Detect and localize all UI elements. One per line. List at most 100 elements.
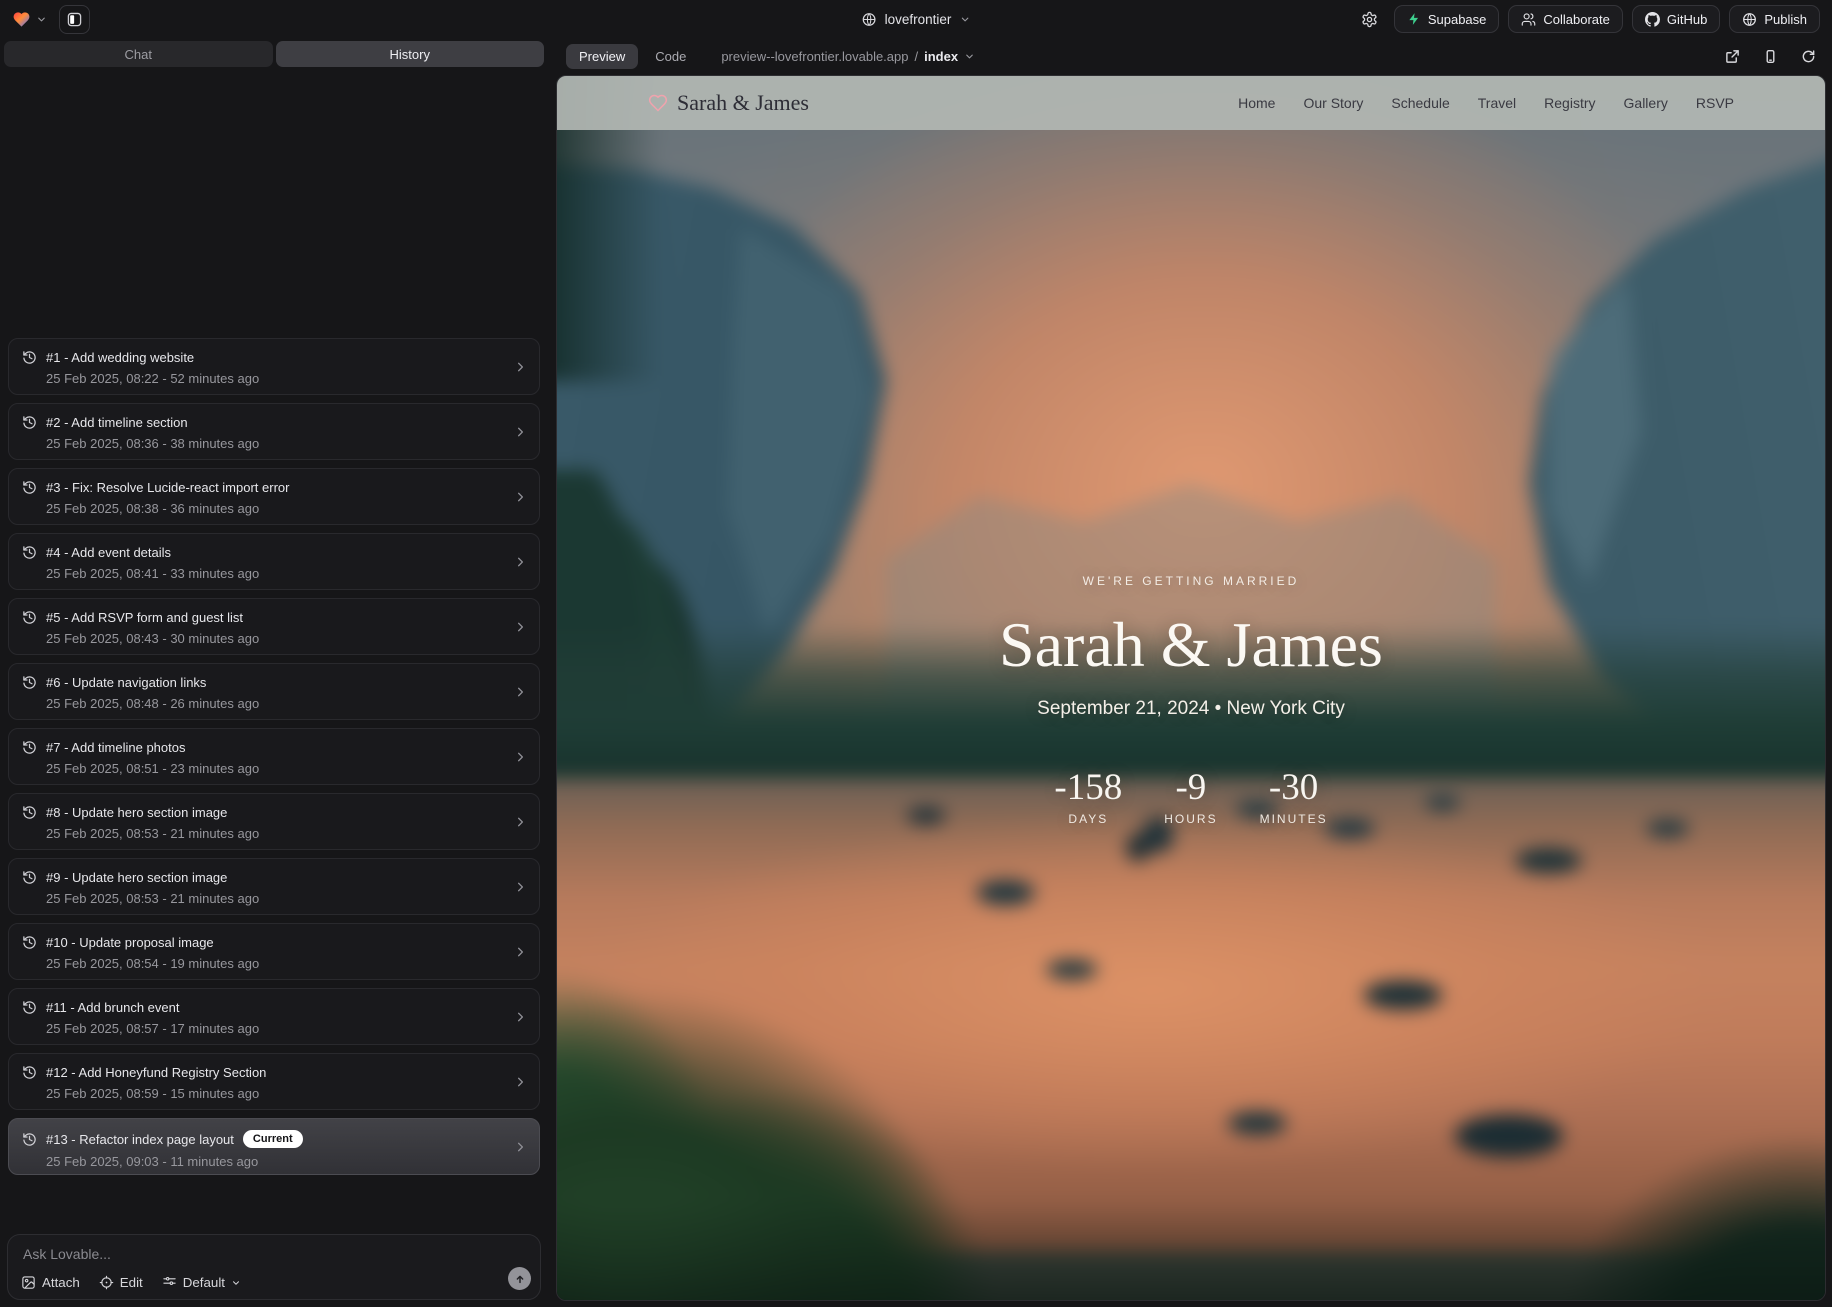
nav-link-travel[interactable]: Travel xyxy=(1478,95,1516,111)
site-nav: Home Our Story Schedule Travel Registry Galle… xyxy=(1238,95,1734,111)
tab-code[interactable]: Code xyxy=(655,49,686,64)
arrow-up-icon xyxy=(514,1273,526,1285)
history-item-title: #1 - Add wedding website xyxy=(46,350,194,365)
tab-chat-label: Chat xyxy=(125,47,152,62)
supabase-icon xyxy=(1407,12,1421,26)
panel-tabs: Chat History xyxy=(4,41,544,67)
history-item[interactable]: #13 - Refactor index page layout Current… xyxy=(8,1118,540,1175)
history-item-title: #2 - Add timeline section xyxy=(46,415,188,430)
panel-left-icon xyxy=(67,12,82,27)
history-item-timestamp: 25 Feb 2025, 08:59 - 15 minutes ago xyxy=(46,1086,505,1101)
history-item[interactable]: #7 - Add timeline photos 25 Feb 2025, 08… xyxy=(8,728,540,785)
history-item[interactable]: #1 - Add wedding website 25 Feb 2025, 08… xyxy=(8,338,540,395)
publish-button[interactable]: Publish xyxy=(1729,5,1820,33)
project-selector[interactable]: lovefrontier xyxy=(862,0,971,38)
history-item[interactable]: #4 - Add event details 25 Feb 2025, 08:4… xyxy=(8,533,540,590)
chevron-right-icon xyxy=(513,1009,528,1024)
attach-label: Attach xyxy=(42,1275,80,1290)
history-icon xyxy=(22,935,37,950)
countdown-label: MINUTES xyxy=(1260,812,1328,826)
attach-button[interactable]: Attach xyxy=(21,1275,80,1290)
project-name: lovefrontier xyxy=(885,12,952,27)
history-item-title: #12 - Add Honeyfund Registry Section xyxy=(46,1065,266,1080)
publish-label: Publish xyxy=(1764,12,1807,27)
tab-chat[interactable]: Chat xyxy=(4,41,273,67)
countdown-value: -30 xyxy=(1260,766,1328,809)
history-item[interactable]: #11 - Add brunch event 25 Feb 2025, 08:5… xyxy=(8,988,540,1045)
history-icon xyxy=(22,1132,37,1147)
history-item[interactable]: #12 - Add Honeyfund Registry Section 25 … xyxy=(8,1053,540,1110)
settings-button[interactable] xyxy=(1355,5,1385,33)
history-item-timestamp: 25 Feb 2025, 08:53 - 21 minutes ago xyxy=(46,826,505,841)
history-item-title: #13 - Refactor index page layout xyxy=(46,1132,234,1147)
nav-link-registry[interactable]: Registry xyxy=(1544,95,1595,111)
nav-link-gallery[interactable]: Gallery xyxy=(1624,95,1668,111)
nav-link-home[interactable]: Home xyxy=(1238,95,1275,111)
chat-history-panel: Chat History #1 - Add wedding website 25… xyxy=(0,38,548,1307)
chevron-down-icon xyxy=(231,1278,241,1288)
nav-link-our-story[interactable]: Our Story xyxy=(1303,95,1363,111)
history-item[interactable]: #5 - Add RSVP form and guest list 25 Feb… xyxy=(8,598,540,655)
app-topbar: lovefrontier Supabase Collaborate xyxy=(0,0,1832,38)
collaborate-button[interactable]: Collaborate xyxy=(1508,5,1623,33)
nav-link-rsvp[interactable]: RSVP xyxy=(1696,95,1734,111)
history-item[interactable]: #6 - Update navigation links 25 Feb 2025… xyxy=(8,663,540,720)
preview-url-selector[interactable]: preview--lovefrontier.lovable.app / inde… xyxy=(721,49,975,64)
mobile-view-button[interactable] xyxy=(1763,49,1778,64)
open-in-new-tab-button[interactable] xyxy=(1725,49,1740,64)
crosshair-icon xyxy=(99,1275,114,1290)
preview-url-path: index xyxy=(924,49,958,64)
history-item[interactable]: #9 - Update hero section image 25 Feb 20… xyxy=(8,858,540,915)
chevron-right-icon xyxy=(513,749,528,764)
sidebar-toggle-button[interactable] xyxy=(59,5,90,34)
countdown: -158DAYS-9HOURS-30MINUTES xyxy=(557,766,1825,826)
history-item[interactable]: #2 - Add timeline section 25 Feb 2025, 0… xyxy=(8,403,540,460)
nav-link-schedule[interactable]: Schedule xyxy=(1391,95,1449,111)
globe-icon xyxy=(1742,12,1757,27)
history-item[interactable]: #10 - Update proposal image 25 Feb 2025,… xyxy=(8,923,540,980)
history-icon xyxy=(22,415,37,430)
history-item-timestamp: 25 Feb 2025, 08:51 - 23 minutes ago xyxy=(46,761,505,776)
supabase-button[interactable]: Supabase xyxy=(1394,5,1500,33)
site-brand-label: Sarah & James xyxy=(677,90,809,116)
history-item-title: #7 - Add timeline photos xyxy=(46,740,185,755)
site-brand[interactable]: Sarah & James xyxy=(648,90,809,116)
model-label: Default xyxy=(183,1275,225,1290)
chevron-right-icon xyxy=(513,814,528,829)
composer-input[interactable] xyxy=(21,1245,527,1263)
history-icon xyxy=(22,1065,37,1080)
history-item[interactable]: #8 - Update hero section image 25 Feb 20… xyxy=(8,793,540,850)
chevron-right-icon xyxy=(513,684,528,699)
github-button[interactable]: GitHub xyxy=(1632,5,1720,33)
composer: Attach Edit Default xyxy=(7,1234,541,1300)
chevron-right-icon xyxy=(513,1139,528,1154)
countdown-value: -9 xyxy=(1164,766,1217,809)
chevron-right-icon xyxy=(513,944,528,959)
send-button[interactable] xyxy=(508,1267,531,1290)
refresh-button[interactable] xyxy=(1801,49,1816,64)
preview-panel: Sarah & James Home Our Story Schedule Trave… xyxy=(556,75,1826,1301)
chevron-right-icon xyxy=(513,619,528,634)
lovable-logo-menu[interactable] xyxy=(12,10,47,29)
tab-preview[interactable]: Preview xyxy=(566,44,638,69)
history-item[interactable]: #3 - Fix: Resolve Lucide-react import er… xyxy=(8,468,540,525)
edit-button[interactable]: Edit xyxy=(99,1275,143,1290)
history-item-title: #9 - Update hero section image xyxy=(46,870,227,885)
hero-eyebrow: WE'RE GETTING MARRIED xyxy=(557,574,1825,588)
tab-history-label: History xyxy=(390,47,430,62)
history-list: #1 - Add wedding website 25 Feb 2025, 08… xyxy=(8,338,540,1183)
collaborate-label: Collaborate xyxy=(1543,12,1610,27)
hero-title: Sarah & James xyxy=(557,608,1825,682)
model-selector[interactable]: Default xyxy=(162,1275,241,1290)
smartphone-icon xyxy=(1763,49,1778,64)
history-item-timestamp: 25 Feb 2025, 08:22 - 52 minutes ago xyxy=(46,371,505,386)
history-icon xyxy=(22,1000,37,1015)
tab-history[interactable]: History xyxy=(276,41,545,67)
chevron-right-icon xyxy=(513,1074,528,1089)
history-icon xyxy=(22,805,37,820)
current-badge: Current xyxy=(243,1130,303,1148)
history-icon xyxy=(22,610,37,625)
preview-url-separator: / xyxy=(914,49,918,64)
globe-icon xyxy=(862,12,877,27)
history-item-timestamp: 25 Feb 2025, 08:48 - 26 minutes ago xyxy=(46,696,505,711)
